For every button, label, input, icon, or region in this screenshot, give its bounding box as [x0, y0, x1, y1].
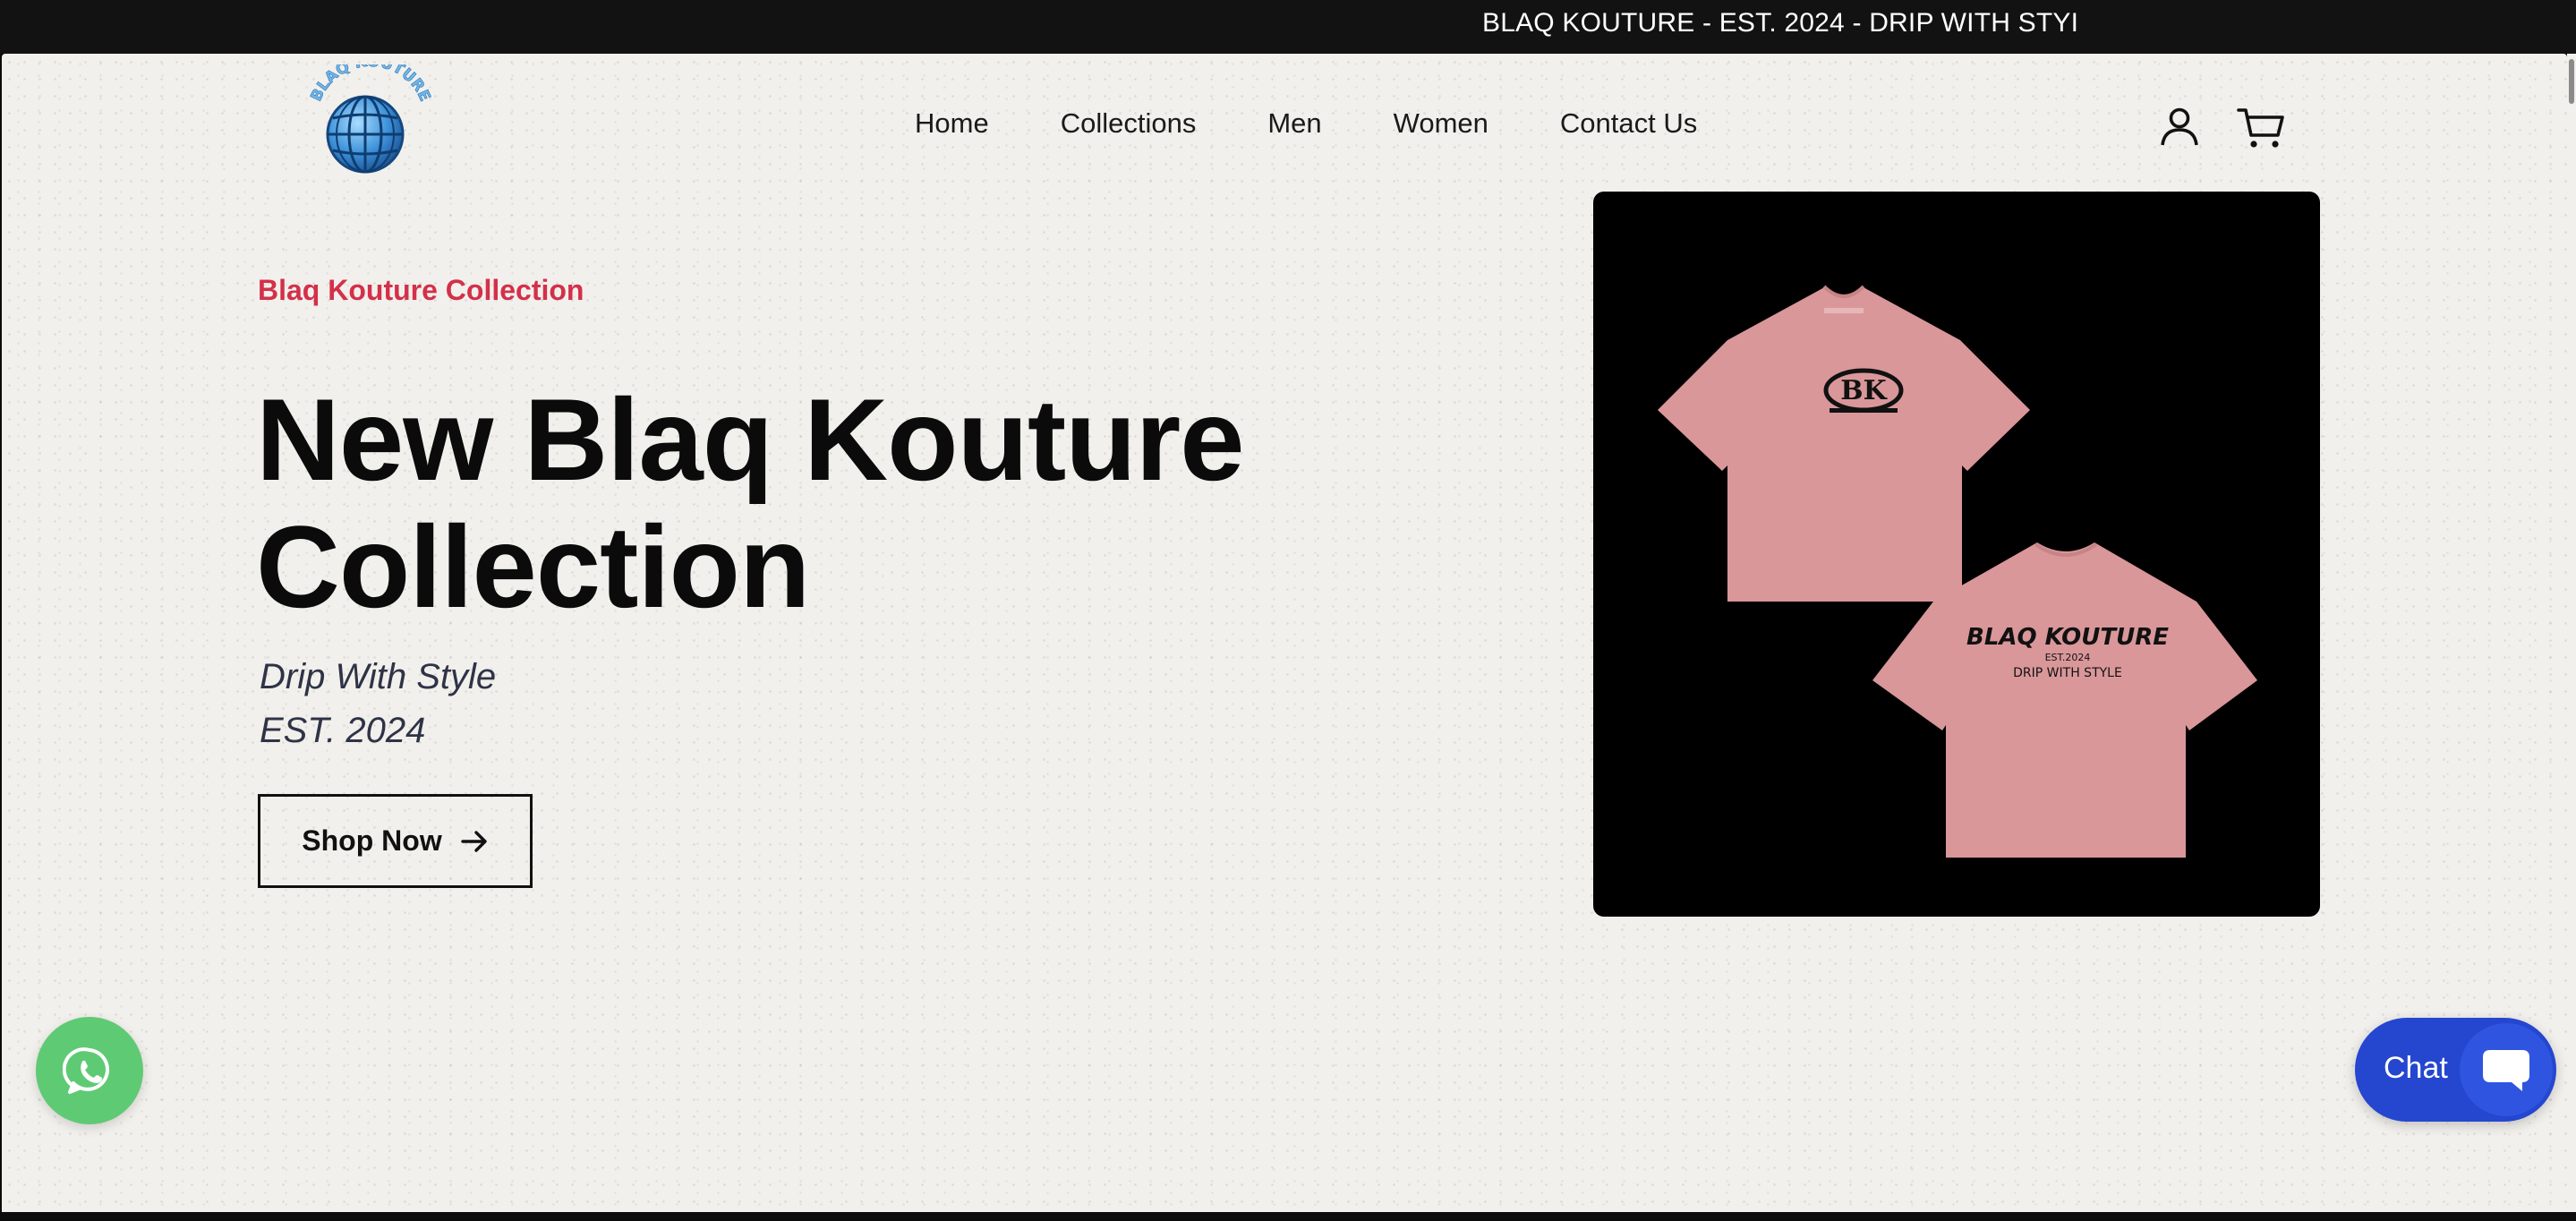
back-print-est: EST.2024 — [2045, 652, 2091, 663]
hero-eyebrow: Blaq Kouture Collection — [258, 274, 584, 306]
back-print-title: BLAQ KOUTURE — [1966, 624, 2169, 651]
arrow-right-icon — [461, 830, 487, 852]
chat-label: Chat — [2384, 1051, 2448, 1085]
scrollbar[interactable] — [2567, 54, 2576, 1212]
hero-established: EST. 2024 — [260, 711, 426, 750]
hero-product-image[interactable]: BK BLAQ KOUTURE EST.2024 DRIP WITH STYLE — [1593, 192, 2320, 917]
hero-subtitle: Drip With Style — [260, 657, 497, 696]
hero-headline-line2: Collection — [256, 501, 810, 632]
front-print-text: BK — [1840, 375, 1887, 406]
chat-widget-button[interactable]: Chat — [2355, 1018, 2556, 1122]
whatsapp-button[interactable] — [36, 1017, 143, 1124]
chat-bubble-icon — [2460, 1023, 2553, 1116]
shop-now-button[interactable]: Shop Now — [258, 794, 533, 888]
nav-collections[interactable]: Collections — [1061, 106, 1197, 141]
cart-icon[interactable] — [2236, 102, 2284, 150]
hero-headline: New Blaq Kouture Collection — [256, 376, 1330, 630]
nav-home[interactable]: Home — [915, 106, 989, 141]
announcement-bar: BLAQ KOUTURE - EST. 2024 - DRIP WITH STY… — [0, 0, 2576, 54]
tshirt-front-image: BK — [1658, 285, 2030, 602]
shop-now-label: Shop Now — [302, 824, 442, 857]
announcement-text: BLAQ KOUTURE - EST. 2024 - DRIP WITH STY… — [1482, 8, 2079, 38]
globe-logo-icon: BLAQ KOUTURE — [307, 52, 434, 174]
brand-logo[interactable]: BLAQ KOUTURE — [299, 52, 435, 177]
scrollbar-thumb[interactable] — [2569, 59, 2574, 104]
main-nav: Home Collections Men Women Contact Us — [915, 106, 1697, 141]
back-print-tagline: DRIP WITH STYLE — [2013, 666, 2122, 680]
whatsapp-icon — [63, 1047, 109, 1094]
nav-men[interactable]: Men — [1267, 106, 1321, 141]
nav-women[interactable]: Women — [1394, 106, 1488, 141]
account-icon[interactable] — [2155, 102, 2204, 150]
nav-contact-us[interactable]: Contact Us — [1560, 106, 1697, 141]
hero-headline-line1: New Blaq Kouture — [256, 374, 1245, 505]
